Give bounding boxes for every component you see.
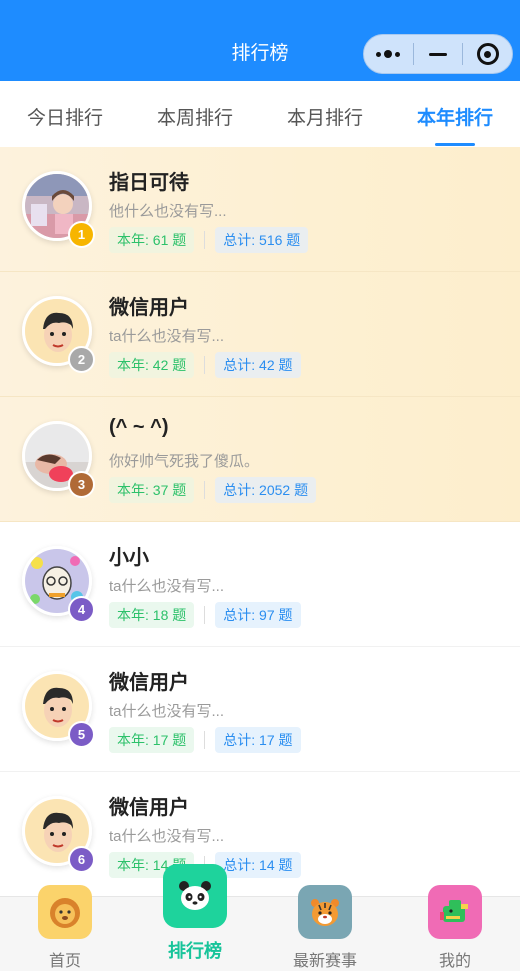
nav-bar: 排行榜 bbox=[0, 0, 520, 81]
bottom-tab-bar: 首页 排行榜 最新赛事 我的 bbox=[0, 864, 520, 971]
tiger-icon bbox=[298, 885, 352, 939]
user-bio: ta什么也没有写... bbox=[109, 328, 225, 345]
user-bio: 他什么也没有写... bbox=[109, 203, 227, 220]
total-count-tag: 总计: 42 题 bbox=[215, 352, 301, 378]
user-bio: ta什么也没有写... bbox=[109, 578, 225, 595]
nav-mine-label: 我的 bbox=[438, 953, 471, 970]
ranking-row[interactable]: 5 微信用户 ta什么也没有写... 本年: 17 题 总计: 17 题 bbox=[0, 647, 520, 772]
year-count-tag: 本年: 37 题 bbox=[109, 477, 195, 503]
nav-events-label: 最新赛事 bbox=[292, 953, 357, 970]
rank-badge: 3 bbox=[68, 471, 95, 498]
rank-badge: 4 bbox=[68, 596, 95, 623]
period-tabs: 今日排行 本周排行 本月排行 本年排行 bbox=[0, 81, 520, 147]
user-stats: 本年: 42 题 总计: 42 题 bbox=[109, 352, 301, 378]
more-dots-icon bbox=[376, 50, 401, 58]
user-stats: 本年: 61 题 总计: 516 题 bbox=[109, 227, 309, 253]
stats-divider bbox=[204, 356, 206, 374]
target-icon bbox=[476, 43, 499, 65]
user-bio: ta什么也没有写... bbox=[109, 828, 225, 845]
dragon-icon bbox=[428, 885, 482, 939]
year-count-tag: 本年: 17 题 bbox=[109, 727, 195, 753]
user-name: 小小 bbox=[109, 547, 149, 569]
user-name: (^ ~ ^) bbox=[109, 416, 169, 438]
more-menu-button[interactable] bbox=[364, 35, 413, 73]
total-count-tag: 总计: 97 题 bbox=[215, 602, 301, 628]
stats-divider bbox=[204, 731, 206, 749]
total-count-tag: 总计: 17 题 bbox=[215, 727, 301, 753]
user-name: 指日可待 bbox=[109, 172, 189, 194]
mini-program-capsule bbox=[363, 34, 513, 74]
nav-home-label: 首页 bbox=[48, 953, 81, 970]
tab-week[interactable]: 本周排行 bbox=[130, 81, 260, 147]
avatar-container: 3 bbox=[22, 421, 95, 498]
avatar-container: 1 bbox=[22, 171, 95, 248]
avatar-container: 4 bbox=[22, 546, 95, 623]
ranking-row[interactable]: 2 微信用户 ta什么也没有写... 本年: 42 题 总计: 42 题 bbox=[0, 272, 520, 397]
avatar-container: 2 bbox=[22, 296, 95, 373]
year-count-tag: 本年: 18 题 bbox=[109, 602, 195, 628]
user-bio: ta什么也没有写... bbox=[109, 703, 225, 720]
nav-ranking-label: 排行榜 bbox=[168, 941, 222, 961]
user-name: 微信用户 bbox=[109, 672, 189, 694]
close-button[interactable] bbox=[463, 35, 512, 73]
nav-ranking[interactable]: 排行榜 bbox=[130, 864, 260, 971]
rank-badge: 1 bbox=[68, 221, 95, 248]
rank-badge: 2 bbox=[68, 346, 95, 373]
ranking-row[interactable]: 6 微信用户 ta什么也没有写... 本年: 14 题 总计: 14 题 bbox=[0, 772, 520, 897]
tab-year[interactable]: 本年排行 bbox=[390, 81, 520, 147]
ranking-list: 1 指日可待 他什么也没有写... 本年: 61 题 总计: 516 题 2 微… bbox=[0, 147, 520, 897]
stats-divider bbox=[204, 606, 206, 624]
minimize-button[interactable] bbox=[414, 35, 463, 73]
lion-icon bbox=[38, 885, 92, 939]
ranking-row[interactable]: 1 指日可待 他什么也没有写... 本年: 61 题 总计: 516 题 bbox=[0, 147, 520, 272]
panda-icon bbox=[163, 864, 227, 928]
year-count-tag: 本年: 42 题 bbox=[109, 352, 195, 378]
stats-divider bbox=[204, 481, 206, 499]
avatar-container: 5 bbox=[22, 671, 95, 748]
ranking-row[interactable]: 3 (^ ~ ^) 你好帅气死我了傻瓜。 本年: 37 题 总计: 2052 题 bbox=[0, 397, 520, 522]
user-stats: 本年: 17 题 总计: 17 题 bbox=[109, 727, 301, 753]
user-bio: 你好帅气死我了傻瓜。 bbox=[109, 453, 260, 470]
user-stats: 本年: 37 题 总计: 2052 题 bbox=[109, 477, 317, 503]
user-name: 微信用户 bbox=[109, 797, 189, 819]
user-stats: 本年: 18 题 总计: 97 题 bbox=[109, 602, 301, 628]
nav-mine[interactable]: 我的 bbox=[390, 885, 520, 971]
avatar-container: 6 bbox=[22, 796, 95, 873]
tab-today[interactable]: 今日排行 bbox=[0, 81, 130, 147]
nav-home[interactable]: 首页 bbox=[0, 885, 130, 971]
rank-badge: 6 bbox=[68, 846, 95, 873]
rank-badge: 5 bbox=[68, 721, 95, 748]
user-name: 微信用户 bbox=[109, 297, 189, 319]
stats-divider bbox=[204, 231, 206, 249]
ranking-row[interactable]: 4 小小 ta什么也没有写... 本年: 18 题 总计: 97 题 bbox=[0, 522, 520, 647]
total-count-tag: 总计: 2052 题 bbox=[215, 477, 317, 503]
total-count-tag: 总计: 516 题 bbox=[215, 227, 309, 253]
nav-events[interactable]: 最新赛事 bbox=[260, 885, 390, 971]
minus-icon bbox=[429, 52, 447, 56]
year-count-tag: 本年: 61 题 bbox=[109, 227, 195, 253]
total-count-tag: 总计: 14 题 bbox=[215, 852, 301, 878]
tab-month[interactable]: 本月排行 bbox=[260, 81, 390, 147]
